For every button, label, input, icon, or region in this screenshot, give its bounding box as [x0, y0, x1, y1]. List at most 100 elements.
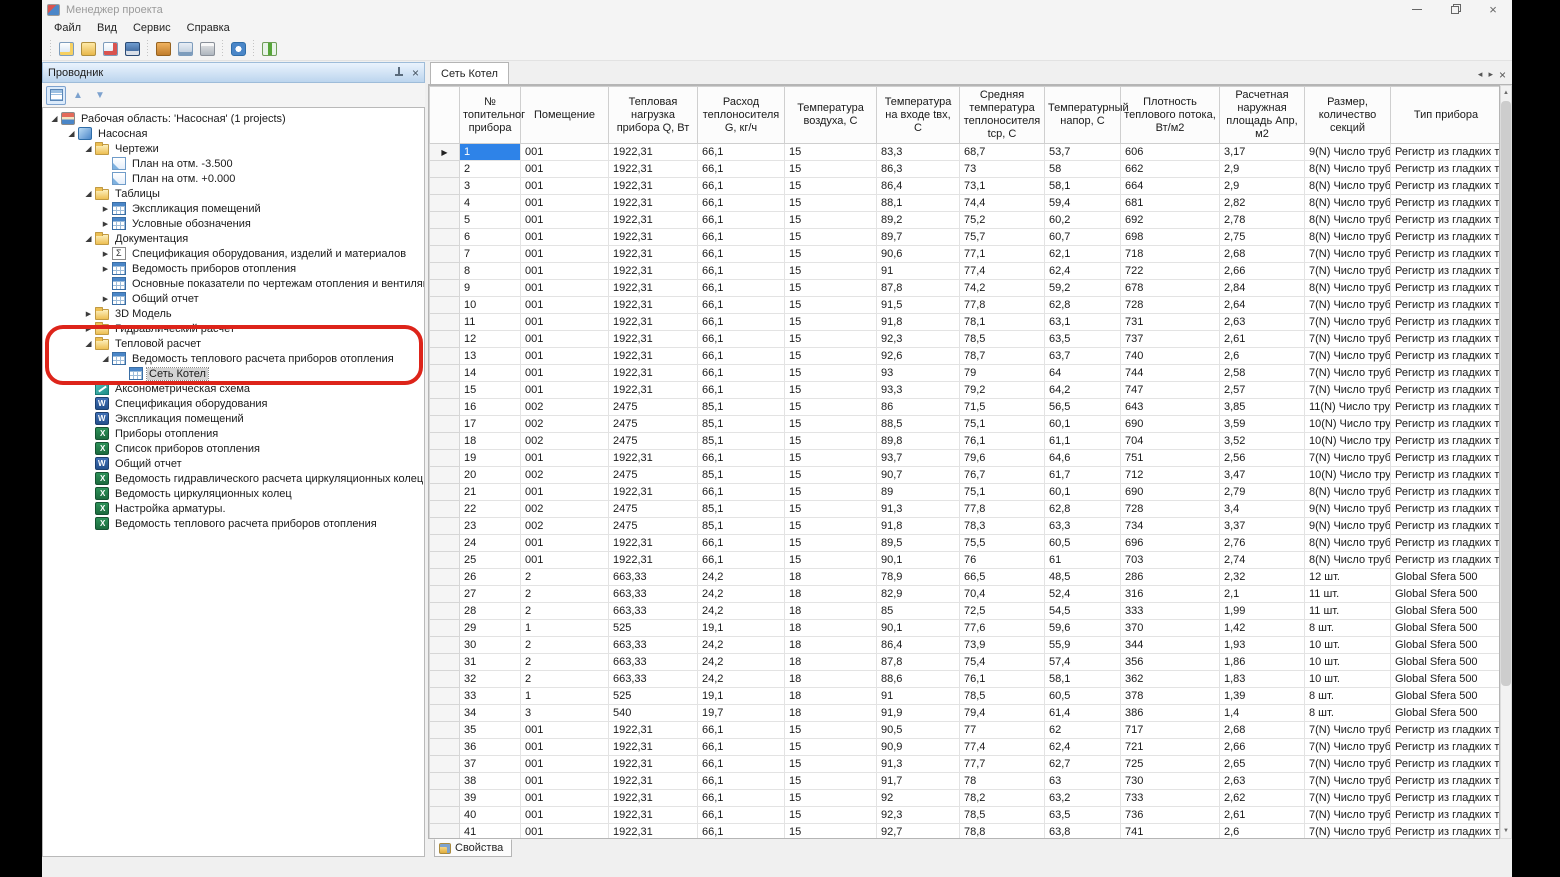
cell[interactable]: 66,1: [698, 297, 785, 314]
cell[interactable]: 001: [521, 297, 609, 314]
cell[interactable]: 7(N) Число труб: [1305, 824, 1391, 840]
cell[interactable]: 73,9: [960, 637, 1045, 654]
cell[interactable]: 2475: [609, 501, 698, 518]
cell[interactable]: 1,42: [1220, 620, 1305, 637]
cell[interactable]: 1922,31: [609, 722, 698, 739]
tab-scroll-left-icon[interactable]: ◂: [1478, 69, 1483, 80]
cell[interactable]: 13: [460, 348, 521, 365]
cell[interactable]: 001: [521, 331, 609, 348]
close-document-button[interactable]: [99, 38, 121, 59]
cell[interactable]: 15: [785, 331, 877, 348]
cell[interactable]: 2475: [609, 467, 698, 484]
cell[interactable]: 61,4: [1045, 705, 1121, 722]
cell[interactable]: 78,1: [960, 314, 1045, 331]
cell[interactable]: 15: [785, 433, 877, 450]
cell[interactable]: 3,52: [1220, 433, 1305, 450]
cell[interactable]: 66,1: [698, 382, 785, 399]
cell[interactable]: 2,6: [1220, 348, 1305, 365]
tree-item[interactable]: Приборы отопления: [43, 426, 424, 441]
cell[interactable]: 77,6: [960, 620, 1045, 637]
cell[interactable]: 15: [785, 178, 877, 195]
cell[interactable]: 386: [1121, 705, 1220, 722]
cell[interactable]: 698: [1121, 229, 1220, 246]
cell[interactable]: 15: [785, 314, 877, 331]
cell[interactable]: 16: [460, 399, 521, 416]
cell[interactable]: 7(N) Число труб: [1305, 790, 1391, 807]
cell[interactable]: 63: [1045, 773, 1121, 790]
expander-icon[interactable]: ◢: [83, 234, 94, 243]
cell[interactable]: 2,58: [1220, 365, 1305, 382]
row-selector[interactable]: [430, 246, 460, 263]
row-selector[interactable]: [430, 382, 460, 399]
cell[interactable]: 78,9: [877, 569, 960, 586]
tree-item[interactable]: ◢Ведомость теплового расчета приборов от…: [43, 351, 424, 366]
cell[interactable]: 1922,31: [609, 552, 698, 569]
row-selector[interactable]: [430, 467, 460, 484]
cell[interactable]: 8(N) Число труб: [1305, 195, 1391, 212]
cell[interactable]: 2,63: [1220, 314, 1305, 331]
cell[interactable]: 15: [785, 144, 877, 161]
cell[interactable]: 86,4: [877, 178, 960, 195]
cell[interactable]: 740: [1121, 348, 1220, 365]
row-selector[interactable]: [430, 229, 460, 246]
cell[interactable]: 90,6: [877, 246, 960, 263]
cell[interactable]: 2,68: [1220, 722, 1305, 739]
cell[interactable]: 8(N) Число труб: [1305, 229, 1391, 246]
cell[interactable]: 10 шт.: [1305, 637, 1391, 654]
cell[interactable]: 690: [1121, 416, 1220, 433]
cell[interactable]: 74,4: [960, 195, 1045, 212]
cell[interactable]: 90,9: [877, 739, 960, 756]
cell[interactable]: 15: [785, 161, 877, 178]
cell[interactable]: 92,3: [877, 331, 960, 348]
column-header-0[interactable]: № топительног прибора: [460, 87, 521, 144]
cell[interactable]: 34: [460, 705, 521, 722]
cell[interactable]: 3: [460, 178, 521, 195]
cell[interactable]: 7(N) Число труб: [1305, 263, 1391, 280]
cell[interactable]: 24,2: [698, 569, 785, 586]
pin-icon[interactable]: [395, 67, 404, 78]
cell[interactable]: Регистр из гладких труб: [1391, 790, 1501, 807]
cell[interactable]: 7(N) Число труб: [1305, 450, 1391, 467]
cell[interactable]: Global Sfera 500: [1391, 705, 1501, 722]
cell[interactable]: 8 шт.: [1305, 688, 1391, 705]
cell[interactable]: 2: [521, 569, 609, 586]
row-selector[interactable]: [430, 195, 460, 212]
cell[interactable]: 77,8: [960, 297, 1045, 314]
row-selector[interactable]: [430, 331, 460, 348]
cell[interactable]: 66,1: [698, 263, 785, 280]
scrollbar-thumb[interactable]: [1501, 101, 1511, 686]
cell[interactable]: 2: [521, 637, 609, 654]
cell[interactable]: 1,4: [1220, 705, 1305, 722]
cell[interactable]: 82,9: [877, 586, 960, 603]
expander-icon[interactable]: ▶: [83, 325, 94, 333]
cell[interactable]: 8(N) Число труб: [1305, 552, 1391, 569]
cell[interactable]: Регистр из гладких труб: [1391, 467, 1501, 484]
cell[interactable]: Global Sfera 500: [1391, 654, 1501, 671]
cell[interactable]: 2,61: [1220, 331, 1305, 348]
cell[interactable]: 2,61: [1220, 807, 1305, 824]
cell[interactable]: 2,78: [1220, 212, 1305, 229]
tree-item[interactable]: ▶Общий отчет: [43, 291, 424, 306]
cell[interactable]: 85,1: [698, 518, 785, 535]
cell[interactable]: 7(N) Число труб: [1305, 382, 1391, 399]
cell[interactable]: 91,9: [877, 705, 960, 722]
cell[interactable]: 63,5: [1045, 331, 1121, 348]
expander-icon[interactable]: ▶: [100, 265, 111, 273]
cell[interactable]: 1922,31: [609, 382, 698, 399]
column-header-1[interactable]: Помещение: [521, 87, 609, 144]
cell[interactable]: 70,4: [960, 586, 1045, 603]
cell[interactable]: 1,39: [1220, 688, 1305, 705]
cell[interactable]: 2475: [609, 416, 698, 433]
cell[interactable]: 24,2: [698, 603, 785, 620]
cell[interactable]: Регистр из гладких труб: [1391, 195, 1501, 212]
cell[interactable]: 78,2: [960, 790, 1045, 807]
cell[interactable]: 86,4: [877, 637, 960, 654]
cell[interactable]: 68,7: [960, 144, 1045, 161]
cell[interactable]: 717: [1121, 722, 1220, 739]
cell[interactable]: 703: [1121, 552, 1220, 569]
cell[interactable]: 2: [521, 671, 609, 688]
cell[interactable]: 92,3: [877, 807, 960, 824]
cell[interactable]: 11 шт.: [1305, 603, 1391, 620]
cell[interactable]: 1: [521, 688, 609, 705]
cell[interactable]: 001: [521, 756, 609, 773]
